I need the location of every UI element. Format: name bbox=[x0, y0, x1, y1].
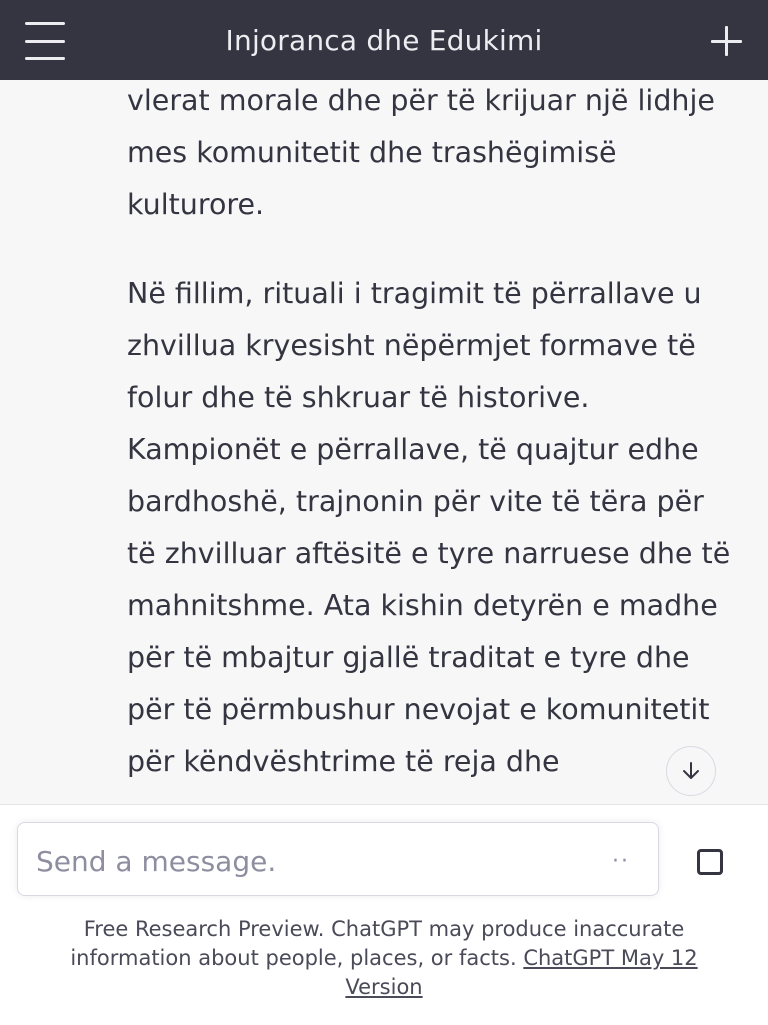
new-chat-button[interactable] bbox=[706, 20, 746, 60]
loading-indicator: ·· bbox=[612, 849, 630, 874]
menu-icon-bar bbox=[25, 57, 65, 60]
disclaimer: Free Research Preview. ChatGPT may produ… bbox=[40, 915, 728, 1002]
scroll-to-bottom-button[interactable] bbox=[666, 746, 716, 796]
message-input[interactable] bbox=[34, 841, 598, 881]
menu-icon-bar bbox=[25, 39, 65, 43]
arrow-down-icon bbox=[683, 762, 699, 779]
message-paragraph: Në fillim, rituali i tragimit të përrall… bbox=[127, 277, 731, 778]
assistant-message: vlerat morale dhe për të krijuar një lid… bbox=[127, 80, 737, 804]
menu-button[interactable] bbox=[20, 22, 70, 60]
conversation-title: Injoranca dhe Edukimi bbox=[225, 23, 543, 57]
menu-icon-bar bbox=[25, 22, 65, 25]
message-input-box[interactable]: ·· bbox=[17, 822, 659, 896]
composer-area: ·· Free Research Preview. ChatGPT may pr… bbox=[0, 804, 768, 1025]
stop-generating-button[interactable] bbox=[694, 846, 726, 878]
message-paragraph: vlerat morale dhe për të krijuar një lid… bbox=[127, 84, 715, 221]
top-bar: Injoranca dhe Edukimi bbox=[0, 0, 768, 80]
conversation-area: vlerat morale dhe për të krijuar një lid… bbox=[0, 80, 768, 804]
stop-square-icon bbox=[697, 849, 723, 875]
